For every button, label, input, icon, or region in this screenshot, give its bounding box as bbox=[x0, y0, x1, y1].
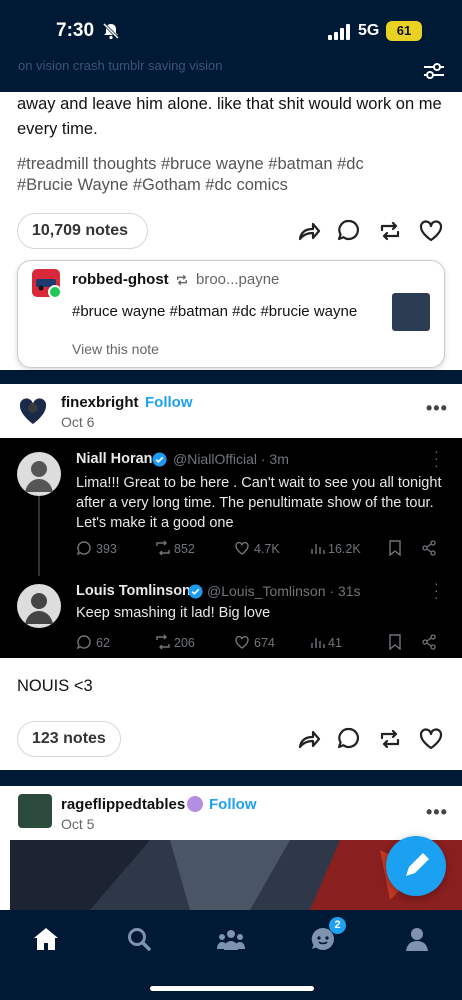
retweet-count: 852 bbox=[174, 542, 195, 556]
home-icon[interactable] bbox=[32, 926, 60, 952]
tweet-text: Lima!!! Great to be here . Can't wait to… bbox=[76, 475, 442, 531]
tweet-more-icon: · · · bbox=[434, 575, 439, 605]
tweet-text: Keep smashing it lad! Big love bbox=[76, 605, 271, 621]
views-icon bbox=[311, 638, 325, 648]
verified-badge-icon bbox=[188, 584, 203, 599]
reblog-icon[interactable] bbox=[377, 218, 403, 244]
share-icon bbox=[422, 540, 436, 556]
avatar[interactable] bbox=[18, 794, 52, 828]
notes-count-button[interactable]: 123 notes bbox=[17, 721, 121, 757]
notes-count-button[interactable]: 10,709 notes bbox=[17, 213, 148, 249]
avatar bbox=[17, 452, 61, 496]
avatar bbox=[17, 584, 61, 628]
tweet-author-name: Niall Horan bbox=[76, 451, 153, 467]
post-date: Oct 6 bbox=[61, 414, 95, 430]
reblog-badge-icon bbox=[48, 285, 62, 299]
clock: 7:30 bbox=[56, 20, 95, 41]
blog-name[interactable]: rageflippedtables bbox=[61, 796, 185, 813]
follow-button[interactable]: Follow bbox=[209, 796, 257, 813]
share-icon bbox=[422, 634, 436, 650]
views-icon bbox=[311, 544, 325, 554]
like-count: 4.7K bbox=[254, 542, 280, 556]
network-label: 5G bbox=[358, 22, 380, 39]
reply-icon bbox=[76, 541, 91, 556]
like-icon bbox=[235, 541, 249, 555]
heart-avatar-icon bbox=[19, 398, 47, 424]
retweet-icon bbox=[156, 634, 170, 650]
bookmark-icon bbox=[389, 540, 401, 556]
view-note-link[interactable]: View this note bbox=[72, 341, 159, 357]
reblog-icon[interactable] bbox=[377, 726, 403, 752]
reblog-via-blog[interactable]: broo...payne bbox=[196, 271, 279, 288]
share-icon[interactable] bbox=[296, 218, 322, 244]
reply-count: 393 bbox=[96, 542, 117, 556]
reblog-thumbnail bbox=[392, 293, 430, 331]
reblog-tags: #bruce wayne #batman #dc #brucie wayne bbox=[72, 303, 358, 320]
person-avatar-icon bbox=[25, 461, 53, 492]
tweet-more-icon: · · · bbox=[434, 443, 439, 473]
like-heart-icon[interactable] bbox=[418, 218, 444, 244]
views-count: 16.2K bbox=[328, 542, 361, 556]
battery-indicator: 61 bbox=[386, 21, 422, 41]
filter-icon[interactable] bbox=[422, 62, 446, 82]
like-heart-icon[interactable] bbox=[418, 726, 444, 752]
tweet-handle: @Louis_Tomlinson · 31s bbox=[207, 583, 361, 599]
like-icon bbox=[235, 635, 249, 649]
retweet-count: 206 bbox=[174, 636, 195, 650]
avatar[interactable] bbox=[18, 396, 48, 426]
status-bar: 7:30 5G 61 on vision crash tumblr saving… bbox=[0, 0, 462, 79]
like-count: 674 bbox=[254, 636, 275, 650]
reply-icon[interactable] bbox=[336, 726, 362, 752]
signal-icon bbox=[328, 24, 350, 40]
tweet-screenshot: Niall Horan @NiallOfficial · 3m · · · Lima… bbox=[0, 438, 462, 658]
reblog-small-icon bbox=[176, 274, 188, 286]
tweet-handle: @NiallOfficial · 3m bbox=[173, 451, 289, 467]
post-body: away and leave him alone. like that shit… bbox=[17, 95, 442, 138]
notification-badge: 2 bbox=[329, 917, 346, 934]
communities-icon[interactable] bbox=[216, 926, 246, 952]
reblog-blog-name[interactable]: robbed-ghost bbox=[72, 271, 169, 288]
share-icon[interactable] bbox=[296, 726, 322, 752]
bookmark-icon bbox=[389, 634, 401, 650]
more-options-icon[interactable]: ••• bbox=[426, 802, 448, 823]
profile-icon[interactable] bbox=[404, 926, 430, 952]
reply-count: 62 bbox=[96, 636, 110, 650]
follow-button[interactable]: Follow bbox=[145, 394, 193, 411]
reblog-note-card[interactable]: robbed-ghost broo...payne #bruce wayne #… bbox=[17, 260, 445, 368]
person-avatar-icon bbox=[25, 593, 53, 624]
views-count: 41 bbox=[328, 636, 342, 650]
search-icon[interactable] bbox=[126, 926, 152, 952]
verified-badge-icon bbox=[152, 452, 167, 467]
compose-button[interactable] bbox=[386, 836, 446, 896]
pencil-icon bbox=[406, 853, 429, 876]
more-options-icon[interactable]: ••• bbox=[426, 398, 448, 419]
faded-header-text: on vision crash tumblr saving vision bbox=[18, 58, 223, 73]
post-caption: NOUIS <3 bbox=[17, 677, 93, 695]
tweet-author-name: Louis Tomlinson bbox=[76, 583, 191, 599]
blog-badge-icon bbox=[187, 796, 203, 812]
retweet-icon bbox=[156, 540, 170, 556]
reply-icon[interactable] bbox=[336, 218, 362, 244]
reply-icon bbox=[76, 635, 91, 650]
post-date: Oct 5 bbox=[61, 816, 95, 832]
home-indicator bbox=[150, 986, 314, 991]
post-tags-line[interactable]: #Brucie Wayne #Gotham #dc comics bbox=[17, 175, 288, 196]
bell-muted-icon bbox=[102, 22, 120, 40]
thread-line bbox=[38, 496, 40, 576]
blog-name[interactable]: finexbright bbox=[61, 394, 139, 411]
post-tags-line[interactable]: #treadmill thoughts #bruce wayne #batman… bbox=[17, 154, 364, 175]
